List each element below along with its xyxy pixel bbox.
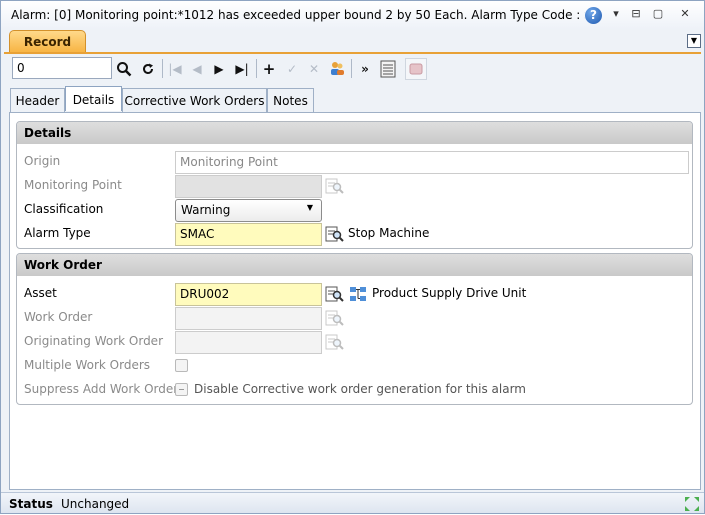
monitoring-point-field (175, 175, 322, 198)
toolbar-separator (256, 59, 257, 78)
tab-corrective-work-orders[interactable]: Corrective Work Orders (122, 88, 267, 112)
asset-label: Asset (24, 286, 57, 300)
suppress-add-work-order-label: Suppress Add Work Order (24, 382, 179, 396)
restore-icon[interactable]: ⊟ (628, 6, 644, 22)
status-bar: Status Unchanged (1, 492, 704, 513)
report-icon[interactable] (405, 58, 427, 80)
alarm-type-row: Alarm Type SMAC Stop Machine (24, 223, 689, 246)
next-record-icon[interactable]: ▶ (208, 58, 230, 80)
section-title: Work Order (17, 254, 692, 276)
monitoring-point-label: Monitoring Point (24, 178, 122, 192)
multiple-work-orders-row: Multiple Work Orders (24, 355, 689, 377)
help-icon[interactable]: ? (585, 7, 602, 24)
lookup-icon (325, 333, 344, 351)
multiple-work-orders-checkbox[interactable] (175, 359, 188, 372)
refresh-icon[interactable] (137, 58, 159, 80)
expand-icon[interactable] (684, 496, 700, 512)
toolbar-separator (162, 59, 163, 78)
record-tab[interactable]: Record (9, 30, 86, 53)
first-record-icon[interactable]: |◀ (164, 58, 186, 80)
tabstrip-divider (4, 52, 701, 54)
record-number-input[interactable] (12, 57, 112, 79)
tab-details[interactable]: Details (65, 86, 122, 111)
originating-work-order-label: Originating Work Order (24, 334, 164, 348)
classification-row: Classification Warning ▼ (24, 199, 689, 222)
classification-select[interactable]: Warning ▼ (175, 199, 322, 222)
more-icon[interactable]: » (354, 58, 376, 80)
alarm-type-description: Stop Machine (348, 226, 430, 240)
lookup-icon (325, 177, 344, 195)
origin-row: Origin Monitoring Point (24, 151, 689, 174)
multiple-work-orders-label: Multiple Work Orders (24, 358, 151, 372)
alarm-type-label: Alarm Type (24, 226, 91, 240)
lookup-icon (325, 309, 344, 327)
close-icon[interactable]: ✕ (677, 6, 693, 22)
collapse-dropdown-icon[interactable]: ▼ (687, 34, 701, 48)
asset-field[interactable]: DRU002 (175, 283, 322, 306)
originating-work-order-field (175, 331, 322, 354)
origin-field: Monitoring Point (175, 151, 689, 174)
monitoring-point-row: Monitoring Point (24, 175, 689, 198)
asset-row: Asset DRU002 Product Supply Drive Unit (24, 283, 689, 306)
window-menu-icon[interactable]: ▾ (608, 6, 624, 22)
toolbar-separator (351, 59, 352, 78)
hierarchy-icon[interactable] (349, 285, 368, 303)
search-icon[interactable] (113, 58, 135, 80)
alarm-type-field[interactable]: SMAC (175, 223, 322, 246)
tab-header[interactable]: Header (10, 88, 65, 112)
alarm-window: Alarm: [0] Monitoring point:*1012 has ex… (0, 0, 705, 514)
status-value: Unchanged (61, 497, 130, 511)
lookup-icon[interactable] (325, 285, 344, 303)
last-record-icon[interactable]: ▶| (231, 58, 253, 80)
originating-work-order-row: Originating Work Order (24, 331, 689, 354)
origin-label: Origin (24, 154, 61, 168)
work-order-field (175, 307, 322, 330)
tab-notes[interactable]: Notes (267, 88, 314, 112)
record-toolbar: |◀ ◀ ▶ ▶| + ✓ ✕ » (9, 57, 432, 81)
work-order-row: Work Order (24, 307, 689, 330)
users-icon[interactable] (326, 58, 348, 80)
work-order-label: Work Order (24, 310, 93, 324)
chevron-down-icon: ▼ (306, 203, 313, 212)
classification-label: Classification (24, 202, 104, 216)
asset-description: Product Supply Drive Unit (372, 286, 527, 300)
title-bar: Alarm: [0] Monitoring point:*1012 has ex… (1, 1, 704, 29)
suppress-add-work-order-row: Suppress Add Work Order Disable Correcti… (24, 379, 689, 401)
details-panel: Details Origin Monitoring Point Monitori… (9, 112, 701, 490)
details-section: Details Origin Monitoring Point Monitori… (16, 121, 693, 249)
suppress-add-work-order-text: Disable Corrective work order generation… (194, 382, 526, 396)
previous-record-icon[interactable]: ◀ (186, 58, 208, 80)
add-icon[interactable]: + (258, 58, 280, 80)
status-label: Status (9, 497, 53, 511)
section-title: Details (17, 122, 692, 144)
save-icon[interactable]: ✓ (281, 58, 303, 80)
classification-value: Warning (181, 203, 231, 217)
suppress-add-work-order-checkbox[interactable] (175, 383, 188, 396)
work-order-section: Work Order Asset DRU002 Product Supply D… (16, 253, 693, 405)
maximize-icon[interactable]: ▢ (650, 6, 666, 22)
list-icon[interactable] (377, 58, 399, 80)
lookup-icon[interactable] (325, 225, 344, 243)
cancel-icon[interactable]: ✕ (303, 58, 325, 80)
window-title: Alarm: [0] Monitoring point:*1012 has ex… (11, 8, 585, 22)
